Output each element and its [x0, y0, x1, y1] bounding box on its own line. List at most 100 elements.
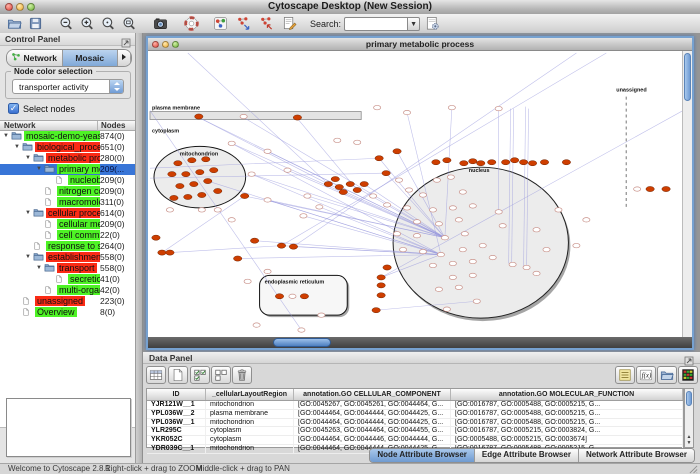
- tab-network[interactable]: Network: [7, 50, 63, 66]
- gene-node-outline[interactable]: [437, 252, 444, 256]
- gene-node-outline[interactable]: [543, 247, 550, 251]
- gene-node[interactable]: [152, 235, 160, 240]
- canvas-horizontal-scrollbar[interactable]: [148, 337, 692, 348]
- expand-arrow-icon[interactable]: ▼: [25, 153, 33, 164]
- gene-node[interactable]: [562, 160, 570, 165]
- gene-node[interactable]: [346, 181, 354, 186]
- save-session-icon[interactable]: [27, 15, 44, 32]
- table-cell[interactable]: [GO:0016787, GO:0005215, GO:0003824, G..…: [451, 427, 683, 435]
- expand-arrow-icon[interactable]: ▼: [25, 252, 33, 263]
- table-column-header[interactable]: _cellularLayoutRegion: [206, 389, 294, 400]
- gene-node-outline[interactable]: [304, 194, 311, 198]
- gene-node[interactable]: [377, 275, 385, 280]
- tree-row[interactable]: ▼mosaic-demo-yeast874(0): [0, 131, 135, 142]
- help-icon[interactable]: [183, 15, 200, 32]
- gene-node[interactable]: [289, 244, 297, 249]
- tree-row[interactable]: ▼transport558(0): [0, 263, 135, 274]
- gene-node-outline[interactable]: [403, 110, 410, 114]
- gene-node-outline[interactable]: [455, 285, 462, 289]
- gene-node[interactable]: [377, 283, 385, 288]
- gene-node[interactable]: [443, 158, 451, 163]
- table-column-header[interactable]: ID: [147, 389, 206, 400]
- gene-node[interactable]: [275, 294, 283, 299]
- gene-node-outline[interactable]: [289, 294, 296, 298]
- gene-node[interactable]: [372, 308, 380, 313]
- gene-node-outline[interactable]: [166, 208, 173, 212]
- zoom-fit-icon[interactable]: [100, 15, 117, 32]
- gene-node-outline[interactable]: [495, 106, 502, 110]
- horizontal-scroll-thumb[interactable]: [273, 338, 331, 347]
- float-panel-icon[interactable]: [121, 35, 131, 45]
- table-cell[interactable]: [GO:0045263, GO:0044464, GO:0044455, G..…: [294, 427, 451, 435]
- network-destroy-icon[interactable]: [258, 15, 275, 32]
- float-panel-icon[interactable]: [684, 353, 694, 363]
- table-cell[interactable]: YKR052C: [147, 436, 206, 444]
- gene-node[interactable]: [184, 194, 192, 199]
- new-attribute-icon[interactable]: [168, 366, 188, 384]
- tab-edge-attribute-browser[interactable]: Edge Attribute Browser: [475, 449, 579, 462]
- gene-node-outline[interactable]: [533, 228, 540, 232]
- gene-node-outline[interactable]: [634, 187, 641, 191]
- tree-row[interactable]: nucleobase-209(0): [0, 175, 135, 186]
- gene-node-outline[interactable]: [399, 247, 406, 251]
- table-cell[interactable]: mitochondrion: [206, 419, 294, 427]
- tree-row[interactable]: multi-organism pro42(0): [0, 285, 135, 296]
- expand-arrow-icon[interactable]: ▼: [36, 263, 44, 274]
- gene-node-outline[interactable]: [318, 313, 325, 317]
- gene-node-outline[interactable]: [214, 208, 221, 212]
- tree-row[interactable]: ▼biological_process651(0): [0, 142, 135, 153]
- gene-node-outline[interactable]: [264, 149, 271, 153]
- gene-node-outline[interactable]: [435, 287, 442, 291]
- gene-node[interactable]: [174, 161, 182, 166]
- unselect-all-attributes-icon[interactable]: [211, 366, 231, 384]
- table-cell[interactable]: plasma membrane: [206, 410, 294, 418]
- gene-node-outline[interactable]: [469, 273, 476, 277]
- gene-node-outline[interactable]: [264, 269, 271, 273]
- attribute-matrix-icon[interactable]: [146, 366, 166, 384]
- gene-node[interactable]: [460, 161, 468, 166]
- expand-arrow-icon[interactable]: ▼: [36, 164, 44, 175]
- gene-node-outline[interactable]: [419, 193, 426, 197]
- gene-node[interactable]: [277, 243, 285, 248]
- gene-node[interactable]: [210, 168, 218, 173]
- gene-node-outline[interactable]: [429, 208, 436, 212]
- gene-node-outline[interactable]: [300, 214, 307, 218]
- gene-node-outline[interactable]: [441, 236, 448, 240]
- gene-node-outline[interactable]: [449, 275, 456, 279]
- gene-node-outline[interactable]: [384, 203, 391, 207]
- gene-node[interactable]: [188, 158, 196, 163]
- gene-node-outline[interactable]: [413, 220, 420, 224]
- tree-row[interactable]: secretion41(0): [0, 274, 135, 285]
- table-cell[interactable]: YLR295C: [147, 427, 206, 435]
- tab-overflow-button[interactable]: [118, 50, 131, 66]
- gene-node[interactable]: [477, 161, 485, 166]
- gene-node[interactable]: [383, 265, 391, 270]
- annotation-icon[interactable]: [281, 15, 298, 32]
- table-cell[interactable]: cytoplasm: [206, 427, 294, 435]
- network-view-titlebar[interactable]: primary metabolic process: [148, 38, 692, 51]
- expand-arrow-icon[interactable]: ▼: [3, 131, 11, 142]
- table-cell[interactable]: [GO:0005488, GO:0005215, GO:0003674]: [451, 436, 683, 444]
- table-cell[interactable]: YDR039C__1: [147, 445, 206, 453]
- gene-node-outline[interactable]: [479, 243, 486, 247]
- gene-node-outline[interactable]: [495, 210, 502, 214]
- expand-arrow-icon[interactable]: ▼: [25, 208, 33, 219]
- table-cell[interactable]: mitochondrion: [206, 445, 294, 453]
- gene-node[interactable]: [190, 181, 198, 186]
- table-cell[interactable]: YPL036W__2: [147, 410, 206, 418]
- attribute-list-icon[interactable]: [615, 366, 635, 384]
- vertical-scroll-thumb[interactable]: [684, 53, 691, 101]
- gene-node-outline[interactable]: [459, 190, 466, 194]
- gene-node-outline[interactable]: [433, 178, 440, 182]
- table-row[interactable]: YLR295Ccytoplasm[GO:0045263, GO:0044464,…: [147, 427, 683, 436]
- tab-network-attribute-browser[interactable]: Network Attribute Browser: [579, 449, 694, 462]
- table-cell[interactable]: [GO:0044464, GO:0044444, GO:0044425, G..…: [294, 410, 451, 418]
- tab-node-attribute-browser[interactable]: Node Attribute Browser: [370, 449, 475, 462]
- gene-node[interactable]: [196, 170, 204, 175]
- panel-splitter[interactable]: [136, 33, 143, 463]
- gene-node[interactable]: [324, 181, 332, 186]
- gene-node-outline[interactable]: [395, 178, 402, 182]
- tab-mosaic[interactable]: Mosaic: [63, 50, 119, 66]
- import-attributes-icon[interactable]: [657, 366, 677, 384]
- gene-node[interactable]: [339, 189, 347, 194]
